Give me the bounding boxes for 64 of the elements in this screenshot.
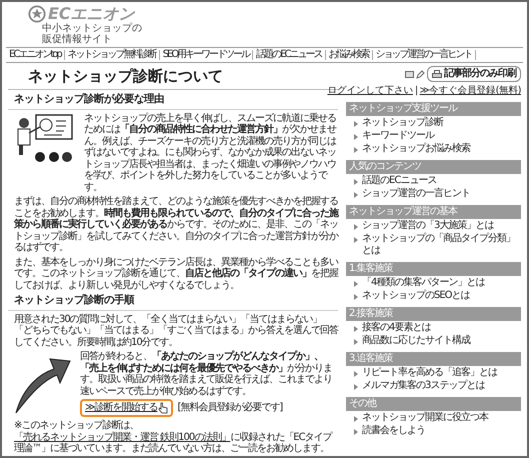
nav-link[interactable]: お悩み検索 — [326, 50, 373, 60]
hand-cursor-icon — [158, 402, 168, 414]
body-text: まずは、自分の商材特性を踏まえて、どのような施策を優先すべきかを把握することをお勧めします。時間も費用も限られているので、自分のタイプに合った施策から順番に実行していく必要があるからです。そのために、是非、この「ネットショップ診断」を試してみてください。自分のタイプに合った運営方針が分かるはずです。 — [13, 196, 338, 254]
sidebar-link[interactable]: ショップ運営の「3大施策」とは — [362, 220, 494, 232]
chevron-icon — [354, 224, 358, 230]
nav-link[interactable]: 話題のECニュース — [253, 50, 326, 60]
pencil-icon[interactable] — [416, 70, 425, 78]
sidebar-link[interactable]: 読書会をしよう — [362, 425, 425, 437]
chevron-icon — [354, 326, 358, 332]
chevron-icon — [354, 179, 358, 185]
nav-link[interactable]: SEO用キーワードツール — [160, 50, 254, 60]
sidebar-heading: その他 — [346, 397, 521, 411]
body-text: 用意された30の質問に対して、「全く当てはまらない」「当てはまらない」「どちらでもない」「当てはまる」「すごく当てはまる」から答えを選んで回答してください。所要時間は約10分です。 — [13, 314, 338, 348]
body-text: また、基本をしっかり身につけたベテラン店長は、異業種から学べることも多いです。このネットショップ診断を通じて、自店と他店の「タイプの違い」を把握しておけば、より新しい発見がしやすくなるでしょう。 — [13, 256, 338, 291]
sidebar-link[interactable]: ネットショップ開業に役立つ本 — [362, 412, 488, 424]
sidebar-link[interactable]: ネットショップお悩み検索 — [362, 143, 470, 155]
chevron-icon — [354, 121, 358, 127]
sidebar-heading: ネットショップ支援ツール — [346, 102, 521, 116]
sidebar-link[interactable]: メルマガ集客の3ステップとは — [362, 380, 484, 392]
body-text: ネットショップの売上を早く伸ばし、スムーズに軌道に乗せるためには「自分の商品特性に合わせた運営方針」が欠かせません。例えば、チーズケーキの売り方と洗濯機の売り方が同じはずはないですよね。にも関わらず、なかなか成果の出ないネットショップ店長や担当者は、まったく畑違いの事例やノウハウを学び、ポイントを外した努力をしていることが多いようです。 — [84, 112, 338, 193]
section-heading: ネットショップ診断の手順 — [8, 292, 338, 310]
chevron-icon — [354, 371, 358, 377]
nav-link[interactable]: ネットショップ無料診断 — [64, 50, 160, 60]
chevron-icon — [354, 281, 358, 287]
chevron-icon — [354, 147, 358, 153]
footnote-text: ※このネットショップ診断は、 「売れるネットショップ開業・運営 鉄則100の法則」に収録された「ECタイプ理論™」に基づいています。まだ読んでいない方は、ご一読をお勧めします。 — [13, 420, 334, 454]
mail-icon[interactable] — [405, 70, 414, 78]
star-logo-icon — [28, 5, 46, 23]
chevron-icon — [354, 192, 358, 198]
sidebar-link[interactable]: リピート率を高める「追客」とは — [362, 367, 497, 379]
sidebar-heading: 2.接客施策 — [346, 307, 521, 321]
register-link[interactable]: ≫今すぐ会員登録(無料) — [420, 85, 521, 97]
site-tagline: 販促情報サイト — [42, 34, 112, 45]
print-button[interactable]: 記事部分のみ印刷 — [427, 66, 521, 82]
sidebar-link[interactable]: ショップ運営の一言ヒント — [362, 188, 470, 200]
sidebar-link[interactable]: ネットショップのSEOとは — [362, 290, 470, 302]
nav-link[interactable]: ECエニオンtop — [6, 50, 65, 60]
sidebar-link[interactable]: 「4種類の集客パターン」とは — [362, 277, 484, 289]
sidebar-heading: 人気のコンテンツ — [346, 160, 521, 174]
registration-note: [無料会員登録が必要です] — [177, 402, 282, 414]
book-link[interactable]: 「売れるネットショップ開業・運営 鉄則100の法則」 — [14, 432, 230, 442]
chevron-icon — [354, 294, 358, 300]
chevron-icon — [354, 339, 358, 345]
sidebar-link[interactable]: 商品数に応じたサイト構成 — [362, 335, 470, 347]
chevron-icon — [354, 134, 358, 140]
separator-text: | — [414, 85, 418, 97]
chevron-icon — [354, 416, 358, 422]
sidebar-heading: ネットショップ運営の基本 — [346, 205, 521, 219]
printer-icon — [432, 70, 442, 78]
start-diagnosis-link[interactable]: ≫診断を開始する — [85, 402, 158, 414]
page-title: ネットショップ診断について — [28, 67, 223, 85]
chevron-icon — [354, 429, 358, 435]
nav-link[interactable]: ショップ運営の一言ヒント — [372, 50, 476, 60]
chevron-icon — [354, 384, 358, 390]
sidebar-link[interactable]: キーワードツール — [362, 130, 434, 142]
chevron-icon — [354, 237, 358, 243]
sidebar-link[interactable]: ネットショップの「商品タイプ分類」とは — [362, 233, 521, 257]
body-text: 回答が終わると、「あなたのショップがどんなタイプか」、「売上を伸ばすためには何を最優先でやるべきか」が分かります。取扱い商品の特徴を踏まえて販促を行えば、これまでより速いペースで売上が伸び始めるはずです。 — [80, 351, 333, 397]
sidebar-link[interactable]: ネットショップ診断 — [362, 117, 443, 129]
sidebar-heading: 3.追客施策 — [346, 352, 521, 366]
sidebar-heading: 1.集客施策 — [346, 262, 521, 276]
sidebar-link[interactable]: 話題のECニュース — [362, 175, 436, 187]
sidebar-link[interactable]: 接客の4要素とは — [362, 322, 430, 334]
site-tagline: 中小ネットショップの — [42, 23, 142, 34]
